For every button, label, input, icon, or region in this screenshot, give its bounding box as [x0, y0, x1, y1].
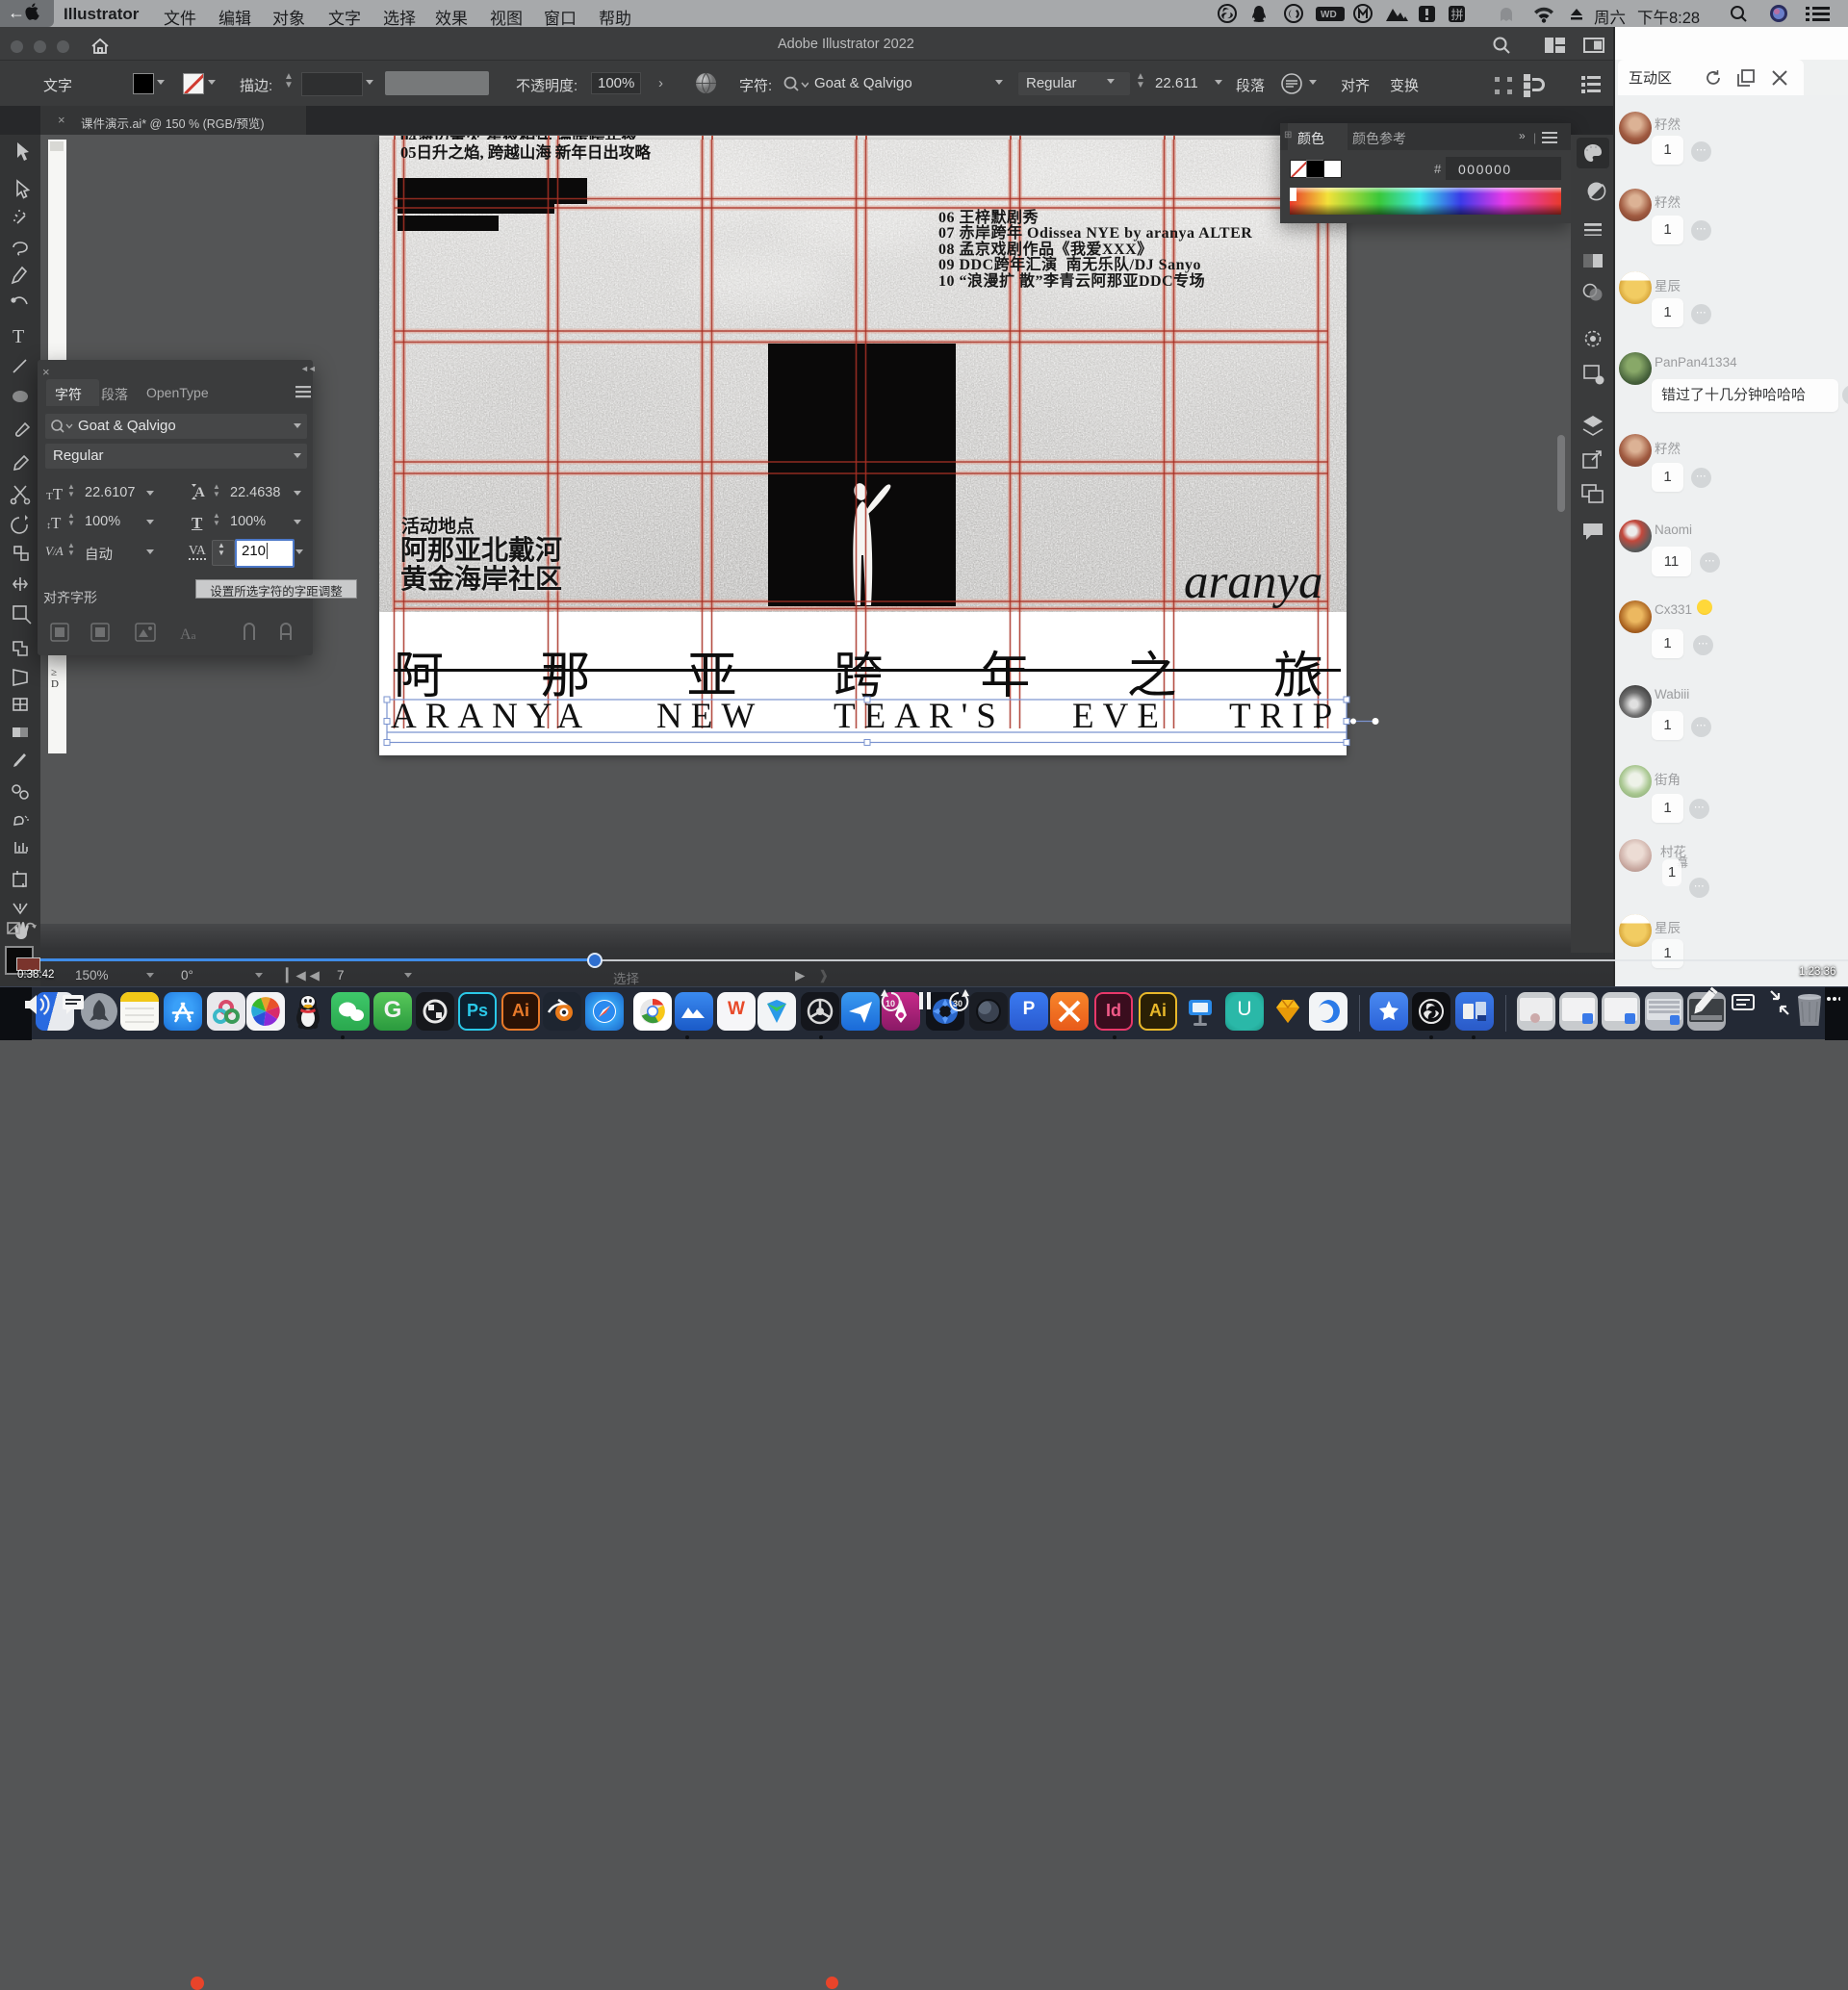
svg-text:拼: 拼 [1451, 8, 1464, 22]
svg-text:Aa: Aa [180, 626, 196, 643]
svg-text:WD: WD [1321, 10, 1337, 20]
svg-text:T: T [13, 326, 24, 347]
svg-text:A: A [194, 485, 205, 500]
